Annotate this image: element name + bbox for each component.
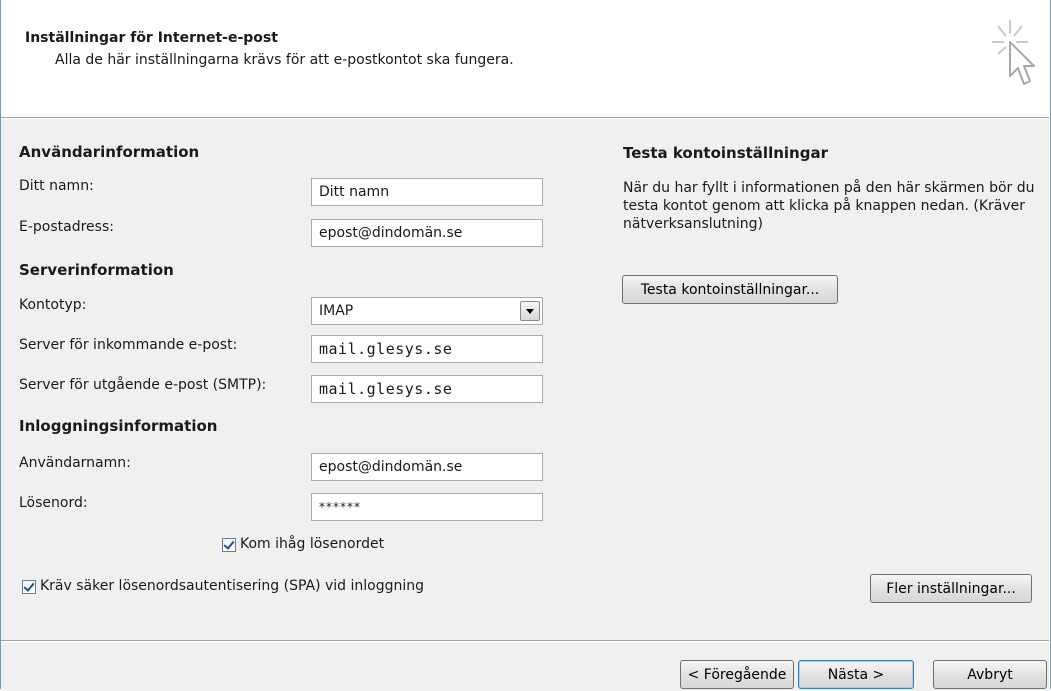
header-subtitle: Alla de här inställningarna krävs för at… xyxy=(55,52,514,68)
chevron-down-icon[interactable] xyxy=(520,301,540,321)
account-type-select[interactable]: IMAP xyxy=(311,297,543,325)
cancel-button[interactable]: Avbryt xyxy=(933,660,1047,689)
wizard-header: Inställningar för Internet-e-post Alla d… xyxy=(1,0,1049,117)
password-input[interactable]: ****** xyxy=(311,493,543,521)
wizard-cursor-icon xyxy=(992,20,1035,85)
username-input[interactable]: epost@dindomän.se xyxy=(311,453,543,481)
username-label: Användarnamn: xyxy=(19,455,131,471)
test-description: När du har fyllt i informationen på den … xyxy=(623,180,1035,232)
incoming-server-label: Server för inkommande e-post: xyxy=(19,337,238,353)
login-info-heading: Inloggningsinformation xyxy=(19,417,218,435)
account-type-label: Kontotyp: xyxy=(19,297,87,313)
email-label: E-postadress: xyxy=(19,219,114,235)
remember-password-checkbox[interactable] xyxy=(222,538,236,552)
password-label: Lösenord: xyxy=(19,495,88,511)
email-input[interactable]: epost@dindomän.se xyxy=(311,219,543,247)
outgoing-server-input[interactable]: mail.glesys.se xyxy=(311,375,543,403)
back-button[interactable]: < Föregående xyxy=(680,660,794,689)
user-info-heading: Användarinformation xyxy=(19,143,200,161)
name-label: Ditt namn: xyxy=(19,178,94,194)
header-title: Inställningar för Internet-e-post xyxy=(25,30,278,46)
test-heading: Testa kontoinställningar xyxy=(623,144,828,162)
next-button[interactable]: Nästa > xyxy=(798,660,914,689)
server-info-heading: Serverinformation xyxy=(19,261,174,279)
incoming-server-input[interactable]: mail.glesys.se xyxy=(311,335,543,363)
spa-label[interactable]: Kräv säker lösenordsautentisering (SPA) … xyxy=(40,578,424,594)
spa-checkbox[interactable] xyxy=(22,580,36,594)
remember-password-label[interactable]: Kom ihåg lösenordet xyxy=(240,536,384,552)
outgoing-server-label: Server för utgående e-post (SMTP): xyxy=(19,377,267,393)
account-type-value: IMAP xyxy=(319,303,354,319)
more-settings-button[interactable]: Fler inställningar... xyxy=(870,574,1032,603)
name-input[interactable]: Ditt namn xyxy=(311,178,543,206)
test-account-button[interactable]: Testa kontoinställningar... xyxy=(622,275,838,304)
